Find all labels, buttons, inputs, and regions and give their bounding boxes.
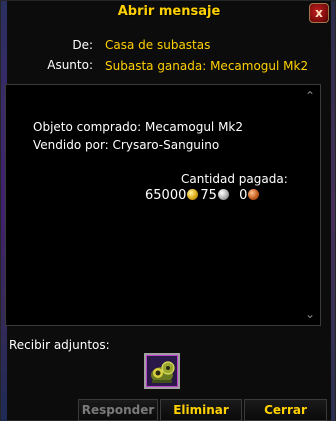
scroll-up-icon[interactable]: ⌃ — [301, 88, 319, 104]
window-title: Abrir mensaje — [117, 4, 221, 19]
silver-coin-icon — [217, 189, 229, 200]
item-bought-line: Objeto comprado: Mecamogul Mk2 — [33, 120, 244, 134]
close-icon: x — [315, 6, 323, 20]
subject-label: Asunto: — [47, 58, 93, 72]
from-value: Casa de subastas — [105, 38, 211, 52]
subject-value: Subasta ganada: Mecamogul Mk2 — [105, 59, 309, 73]
amount-paid: 65000 75 0 — [145, 188, 261, 203]
silver-amount: 75 — [200, 188, 217, 203]
attachment-slot[interactable] — [144, 353, 180, 389]
copper-amount: 0 — [239, 188, 248, 203]
reply-button[interactable]: Responder — [78, 399, 158, 421]
sold-by-line: Vendido por: Crysaro-Sanguino — [33, 138, 220, 152]
close-window-button[interactable]: x — [309, 3, 329, 23]
gold-amount: 65000 — [145, 188, 187, 203]
mechanical-mount-icon — [146, 355, 178, 387]
delete-button[interactable]: Eliminar — [160, 399, 242, 421]
copper-coin-icon — [248, 189, 260, 200]
attachments-label: Recibir adjuntos: — [9, 338, 110, 352]
scroll-down-icon[interactable]: ⌄ — [301, 306, 319, 322]
gold-coin-icon — [187, 189, 199, 200]
close-button[interactable]: Cerrar — [244, 399, 327, 421]
amount-paid-label: Cantidad pagada: — [181, 172, 288, 186]
window-edge-right — [331, 1, 335, 421]
from-label: De: — [72, 38, 93, 52]
open-mail-window: Abrir mensaje x De: Casa de subastas Asu… — [0, 0, 336, 421]
message-scrollbar[interactable]: ⌃ ⌄ — [299, 88, 321, 324]
